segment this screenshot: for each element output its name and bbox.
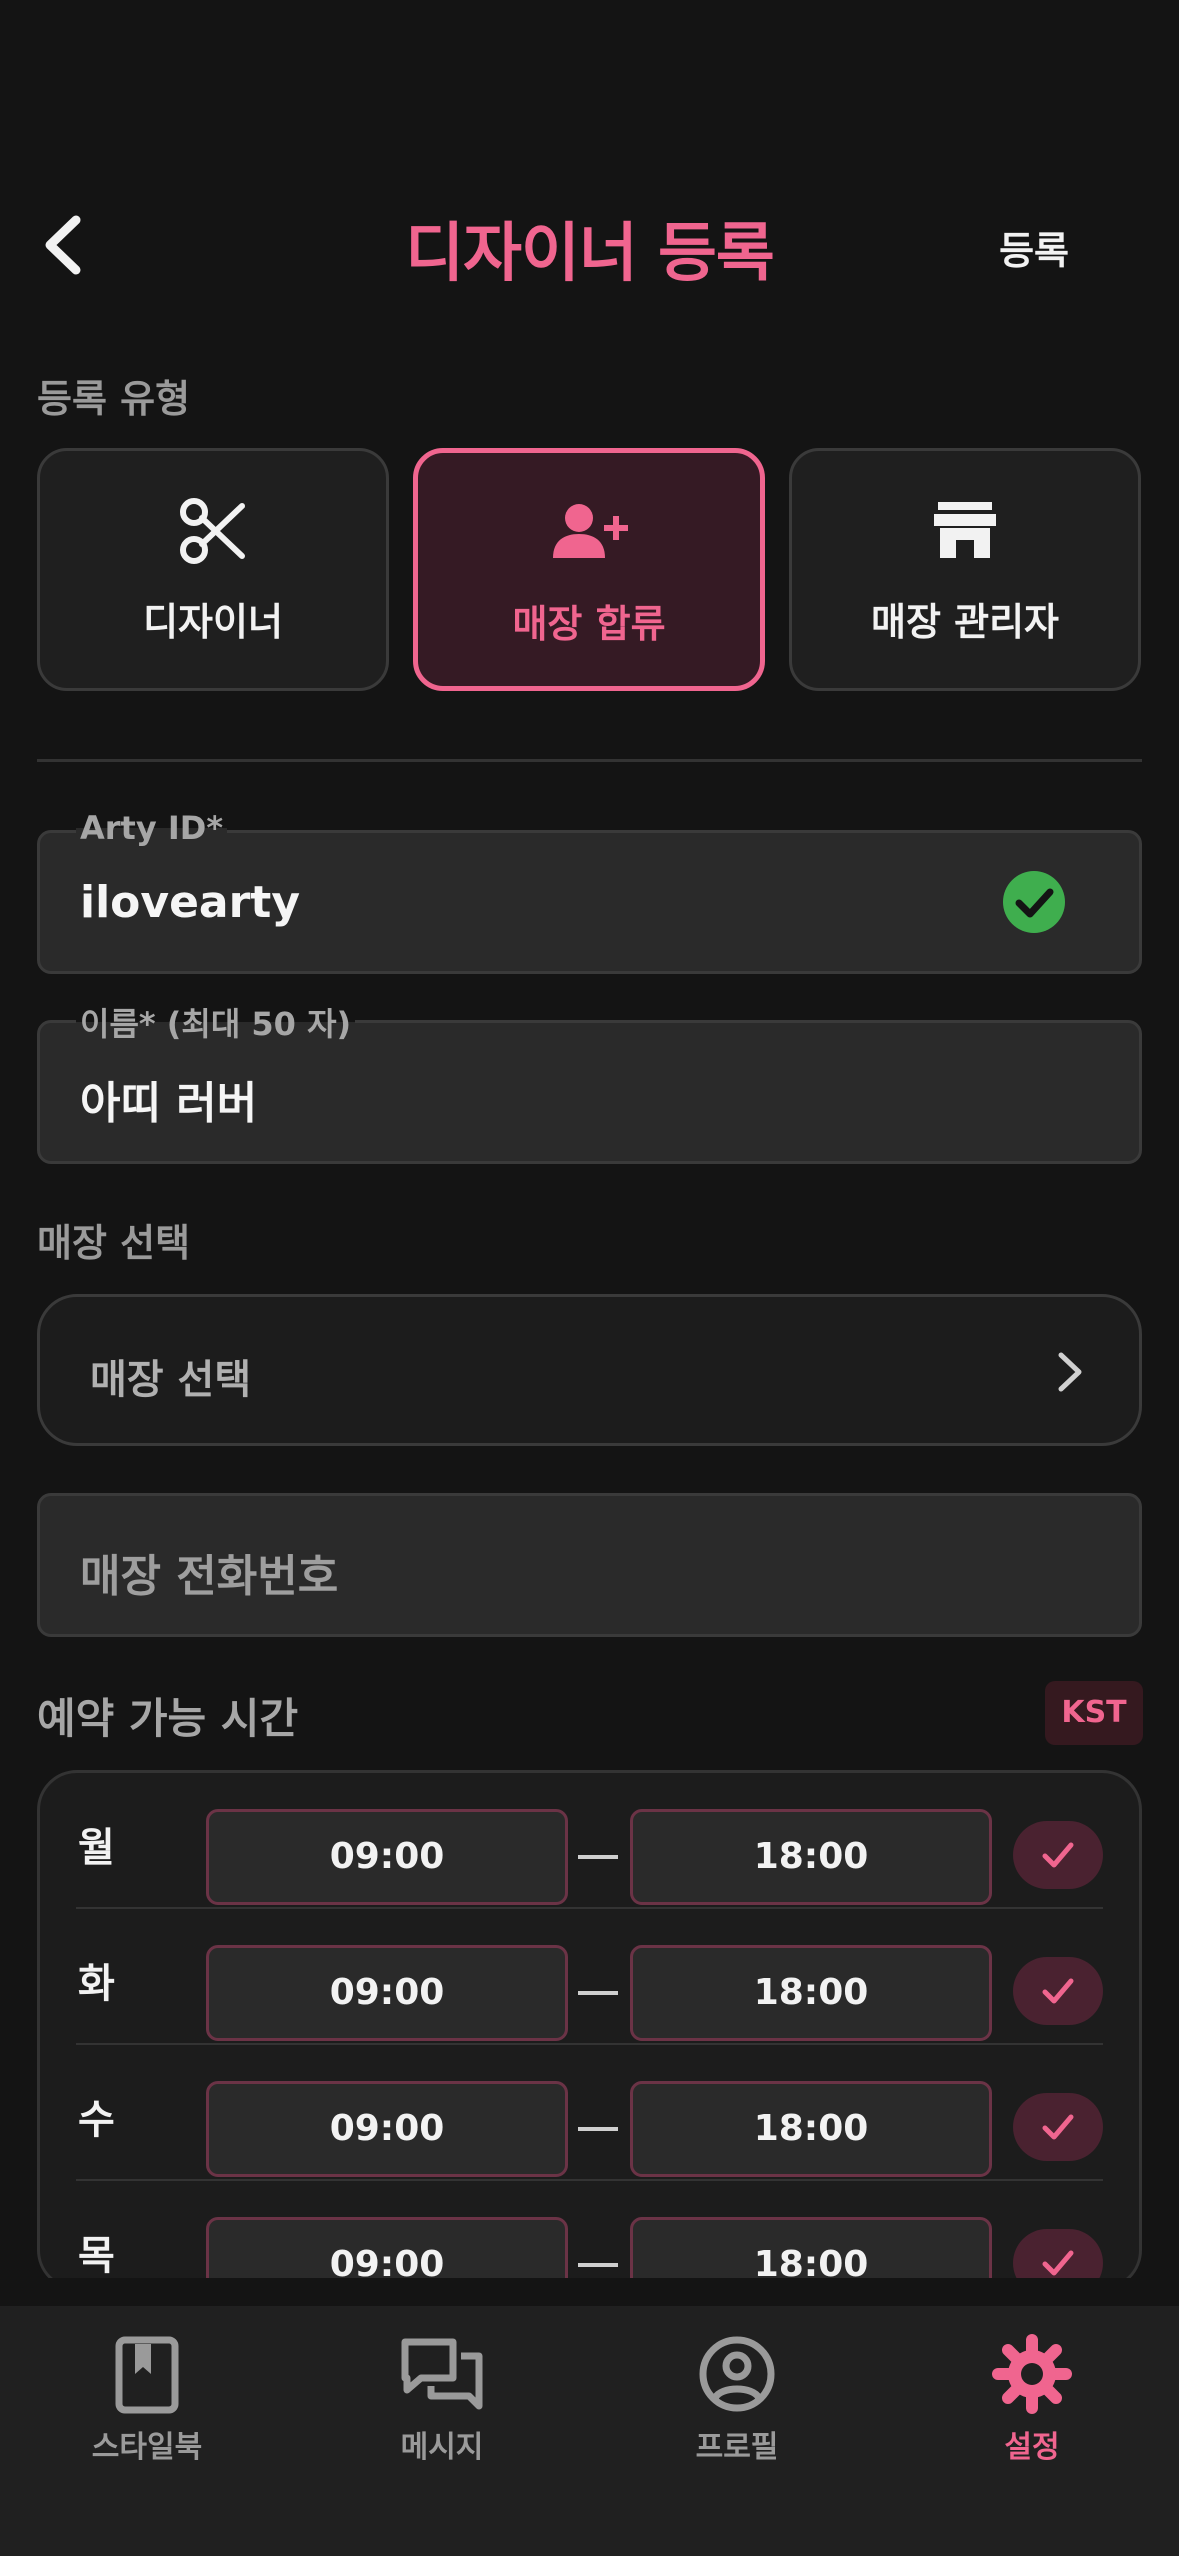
day-label: 수 bbox=[78, 2097, 115, 2143]
start-time-input[interactable]: 09:00 bbox=[206, 1809, 568, 1905]
type-option-join-store[interactable]: 매장 합류 bbox=[413, 448, 765, 691]
store-select-button[interactable]: 매장 선택 bbox=[37, 1294, 1142, 1446]
store-phone-field[interactable]: 매장 전화번호 bbox=[37, 1493, 1142, 1637]
profile-icon bbox=[637, 2334, 837, 2414]
day-label: 화 bbox=[78, 1961, 115, 2007]
day-label: 목 bbox=[78, 2233, 115, 2279]
check-icon bbox=[1042, 1978, 1074, 2004]
tab-profile[interactable]: 프로필 bbox=[637, 2326, 837, 2466]
schedule-row: 목 09:00 18:00 bbox=[40, 2181, 1139, 2287]
store-section-label: 매장 선택 bbox=[37, 1221, 191, 1265]
range-dash bbox=[578, 2263, 618, 2267]
stylebook-icon bbox=[47, 2334, 247, 2414]
store-select-text: 매장 선택 bbox=[90, 1357, 252, 1403]
register-button[interactable]: 등록 bbox=[999, 220, 1069, 275]
scissors-icon bbox=[40, 496, 386, 566]
name-value: 아띠 러버 bbox=[80, 1078, 258, 1129]
schedule-list: 월 09:00 18:00 화 09:00 18:00 수 09:00 18:0… bbox=[37, 1770, 1142, 2290]
day-toggle[interactable] bbox=[1013, 1821, 1103, 1889]
end-time-input[interactable]: 18:00 bbox=[630, 1945, 992, 2041]
tab-label: 프로필 bbox=[695, 2430, 779, 2465]
availability-title: 예약 가능 시간 bbox=[37, 1694, 299, 1743]
store-icon bbox=[792, 496, 1138, 566]
timezone-badge: KST bbox=[1045, 1681, 1143, 1745]
type-option-store-manager[interactable]: 매장 관리자 bbox=[789, 448, 1141, 691]
start-time-input[interactable]: 09:00 bbox=[206, 1945, 568, 2041]
schedule-row: 수 09:00 18:00 bbox=[40, 2045, 1139, 2181]
tab-label: 설정 bbox=[1004, 2430, 1060, 2465]
type-option-label: 디자이너 bbox=[143, 600, 283, 644]
person-add-icon bbox=[418, 498, 760, 568]
range-dash bbox=[578, 2127, 618, 2131]
range-dash bbox=[578, 1991, 618, 1995]
tab-label: 스타일북 bbox=[91, 2430, 203, 2465]
bottom-tab-bar: 스타일북 메시지 프로필 설정 bbox=[0, 2306, 1179, 2556]
check-icon bbox=[1042, 2114, 1074, 2140]
end-time-input[interactable]: 18:00 bbox=[630, 1809, 992, 1905]
chevron-right-icon bbox=[1058, 1352, 1082, 1392]
tab-messages[interactable]: 메시지 bbox=[342, 2326, 542, 2466]
messages-icon bbox=[342, 2334, 542, 2414]
day-toggle[interactable] bbox=[1013, 1957, 1103, 2025]
arty-id-value: ilovearty bbox=[80, 877, 301, 928]
tab-settings[interactable]: 설정 bbox=[932, 2326, 1132, 2466]
scroll-mask bbox=[0, 2278, 1179, 2298]
schedule-row: 화 09:00 18:00 bbox=[40, 1909, 1139, 2045]
tab-label: 메시지 bbox=[400, 2430, 484, 2465]
check-icon bbox=[1042, 1842, 1074, 1868]
header: 디자이너 등록 등록 bbox=[0, 180, 1179, 310]
verified-check-icon bbox=[1003, 871, 1065, 933]
name-label: 이름* (최대 50 자) bbox=[76, 999, 356, 1045]
arty-id-field[interactable]: Arty ID* ilovearty bbox=[37, 809, 1142, 974]
start-time-input[interactable]: 09:00 bbox=[206, 2081, 568, 2177]
registration-type-label: 등록 유형 bbox=[37, 377, 191, 421]
divider bbox=[37, 759, 1142, 762]
type-option-label: 매장 관리자 bbox=[870, 600, 1060, 644]
day-label: 월 bbox=[78, 1825, 115, 1871]
registration-type-options: 디자이너 매장 합류 매장 관리자 bbox=[37, 448, 1142, 691]
arty-id-label: Arty ID* bbox=[76, 809, 228, 847]
store-phone-placeholder: 매장 전화번호 bbox=[80, 1551, 339, 1602]
day-toggle[interactable] bbox=[1013, 2093, 1103, 2161]
type-option-label: 매장 합류 bbox=[512, 602, 666, 646]
tab-stylebook[interactable]: 스타일북 bbox=[47, 2326, 247, 2466]
type-option-designer[interactable]: 디자이너 bbox=[37, 448, 389, 691]
settings-icon bbox=[932, 2334, 1132, 2414]
name-field[interactable]: 이름* (최대 50 자) 아띠 러버 bbox=[37, 999, 1142, 1164]
end-time-input[interactable]: 18:00 bbox=[630, 2081, 992, 2177]
schedule-row: 월 09:00 18:00 bbox=[40, 1773, 1139, 1909]
range-dash bbox=[578, 1855, 618, 1859]
